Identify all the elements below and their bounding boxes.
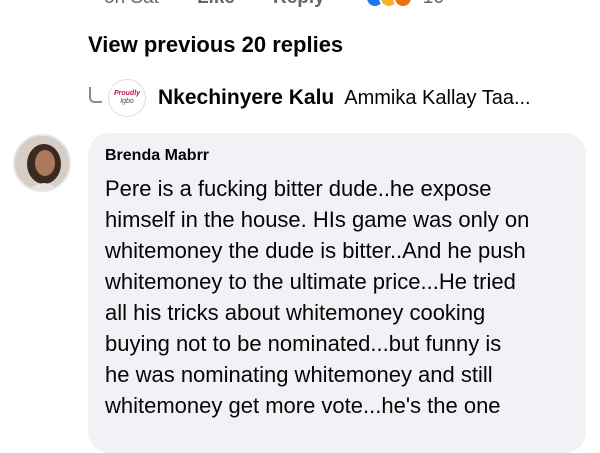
comment-line: whitemoney the dude is bitter..And he pu… <box>105 238 526 263</box>
reply-avatar[interactable]: Proudly Igbo <box>108 79 146 117</box>
commenter-avatar[interactable] <box>13 134 71 192</box>
comment-line: buying not to be nominated...but funny i… <box>105 331 502 356</box>
reply-button[interactable]: Reply <box>273 0 325 9</box>
reply-arrow-icon <box>88 87 104 109</box>
comment-timestamp[interactable]: on Sat <box>104 0 159 9</box>
comment-line: whitemoney get more vote...he's the one <box>105 393 501 418</box>
angry-icon <box>392 0 413 8</box>
comment-line: whitemoney to the ultimate price...He tr… <box>105 269 516 294</box>
comment-text: Pere is a fucking bitter dude..he expose… <box>105 173 575 421</box>
reply-preview[interactable]: Proudly Igbo Nkechinyere Kalu Ammika Kal… <box>88 78 593 118</box>
comment-line: all his tricks about whitemoney cooking <box>105 300 486 325</box>
reaction-count: 16 <box>423 0 444 9</box>
profile-photo-icon <box>15 136 69 190</box>
reply-author-name[interactable]: Nkechinyere Kalu <box>158 86 334 110</box>
comment-line: himself in the house. HIs game was only … <box>105 207 530 232</box>
comment-bubble: Brenda Mabrr Pere is a fucking bitter du… <box>88 133 586 453</box>
comment-author[interactable]: Brenda Mabrr <box>105 147 209 165</box>
reply-text-snippet: Ammika Kallay Taa... <box>344 86 531 109</box>
comment-line: Pere is a fucking bitter dude..he expose <box>105 176 492 201</box>
comment-actions-row: on Sat Like Reply 16 <box>104 0 444 9</box>
avatar-text-line2: Igbo <box>120 98 134 105</box>
reactions-summary[interactable]: 16 <box>364 0 444 9</box>
like-button[interactable]: Like <box>197 0 235 9</box>
view-previous-replies-link[interactable]: View previous 20 replies <box>88 32 343 58</box>
comment-line: he was nominating whitemoney and still <box>105 362 493 387</box>
avatar-text-line1: Proudly <box>113 90 141 97</box>
